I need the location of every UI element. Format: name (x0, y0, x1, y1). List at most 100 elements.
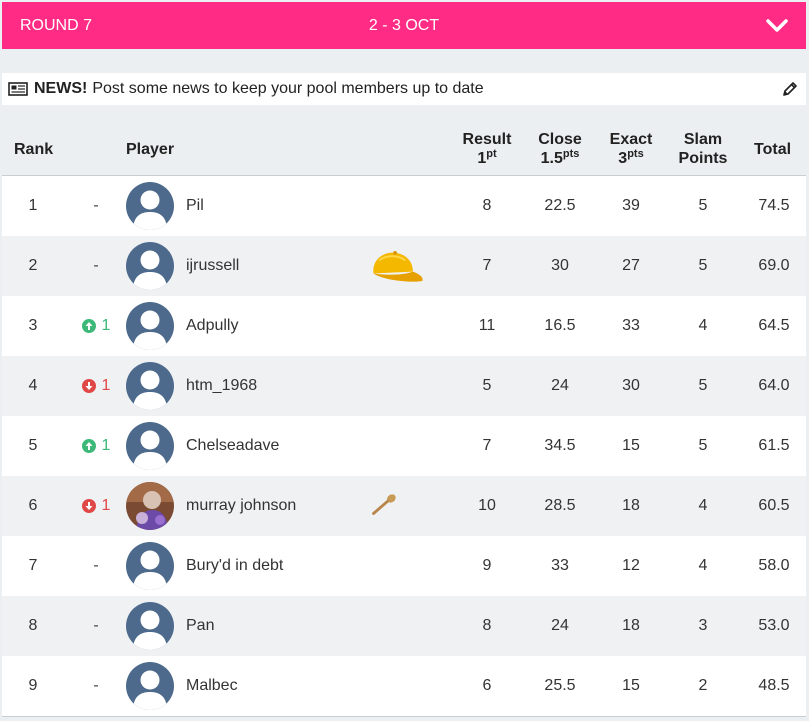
rank-change-value: - (93, 197, 99, 214)
player-name[interactable]: Pil (186, 176, 204, 236)
player-name[interactable]: Pan (186, 596, 214, 656)
exact-points: 15 (622, 437, 640, 454)
close-points: 24 (551, 617, 569, 634)
news-label: NEWS! (34, 80, 88, 97)
award-badge (364, 656, 428, 716)
avatar[interactable] (126, 242, 174, 290)
avatar[interactable] (126, 662, 174, 710)
table-row[interactable]: 6 1 murray johnson 10 28.5 18 4 60.5 (2, 476, 806, 536)
slam-points: 4 (698, 497, 708, 514)
avatar[interactable] (126, 602, 174, 650)
rank-cell: 9 (28, 677, 38, 694)
default-avatar-icon (126, 362, 174, 410)
rank-change: 1 (76, 356, 116, 416)
avatar[interactable] (126, 182, 174, 230)
player-name[interactable]: htm_1968 (186, 356, 257, 416)
award-badge (364, 536, 428, 596)
cap-icon (373, 251, 423, 282)
header-rank[interactable]: Rank (14, 140, 53, 159)
header-player[interactable]: Player (126, 140, 174, 159)
rank-cell: 4 (28, 377, 38, 394)
player-name[interactable]: Adpully (186, 296, 238, 356)
header-close[interactable]: Close 1.5pts (532, 130, 588, 170)
table-row[interactable]: 2 - ijrussell 7 30 27 5 69.0 (2, 236, 806, 296)
close-points: 22.5 (544, 197, 576, 214)
edit-pencil-icon[interactable] (782, 81, 798, 97)
award-badge (364, 236, 428, 296)
award-badge (364, 296, 428, 356)
avatar[interactable] (126, 482, 174, 530)
avatar[interactable] (126, 422, 174, 470)
total-points: 64.0 (758, 377, 790, 394)
rank-change-value: 1 (101, 317, 111, 334)
close-points: 24 (551, 377, 569, 394)
table-row[interactable]: 8 - Pan 8 24 18 3 53.0 (2, 596, 806, 656)
default-avatar-icon (126, 302, 174, 350)
exact-points: 12 (622, 557, 640, 574)
close-points: 33 (551, 557, 569, 574)
rank-cell: 6 (28, 497, 38, 514)
rank-change: 1 (76, 416, 116, 476)
rank-change-value: 1 (101, 497, 111, 514)
result-points: 6 (482, 677, 492, 694)
rank-change-value: - (93, 257, 99, 274)
table-row[interactable]: 4 1 htm_1968 5 24 30 5 64.0 (2, 356, 806, 416)
header-slam-points[interactable]: Slam Points (674, 130, 732, 168)
chevron-down-icon[interactable] (766, 19, 788, 33)
table-row[interactable]: 3 1 Adpully 11 16.5 33 4 64.5 (2, 296, 806, 356)
rank-cell: 2 (28, 257, 38, 274)
avatar[interactable] (126, 302, 174, 350)
close-points: 25.5 (544, 677, 576, 694)
rank-up-icon (81, 319, 96, 333)
header-exact[interactable]: Exact 3pts (604, 130, 658, 170)
close-points: 28.5 (544, 497, 576, 514)
player-name[interactable]: Malbec (186, 656, 238, 716)
table-bottom-divider (2, 716, 806, 717)
round-selector[interactable]: ROUND 7 2 - 3 OCT (2, 2, 806, 49)
default-avatar-icon (126, 422, 174, 470)
rank-change: - (76, 236, 116, 296)
exact-points: 30 (622, 377, 640, 394)
close-points: 34.5 (544, 437, 576, 454)
player-name[interactable]: ijrussell (186, 236, 239, 296)
result-points: 5 (482, 377, 492, 394)
slam-points: 2 (698, 677, 708, 694)
rank-cell: 1 (28, 197, 38, 214)
total-points: 69.0 (758, 257, 790, 274)
player-name[interactable]: Chelseadave (186, 416, 279, 476)
default-avatar-icon (126, 662, 174, 710)
header-total[interactable]: Total (754, 140, 791, 159)
exact-points: 27 (622, 257, 640, 274)
award-badge (364, 596, 428, 656)
slam-points: 5 (698, 437, 708, 454)
avatar[interactable] (126, 542, 174, 590)
player-name[interactable]: Bury'd in debt (186, 536, 283, 596)
table-row[interactable]: 9 - Malbec 6 25.5 15 2 48.5 (2, 656, 806, 716)
award-badge (364, 476, 428, 536)
total-points: 48.5 (758, 677, 790, 694)
slam-points: 5 (698, 377, 708, 394)
standings-table: 1- Pil 8 22.5 39 5 74.5 2- ijrussell 7 30 27 5 69.0 3 1… (2, 176, 806, 716)
table-row[interactable]: 1 - Pil 8 22.5 39 5 74.5 (2, 176, 806, 236)
avatar[interactable] (126, 362, 174, 410)
default-avatar-icon (126, 542, 174, 590)
total-points: 58.0 (758, 557, 790, 574)
rank-change-value: - (93, 617, 99, 634)
close-points: 30 (551, 257, 569, 274)
default-avatar-icon (126, 242, 174, 290)
exact-points: 18 (622, 497, 640, 514)
slam-points: 5 (698, 257, 708, 274)
newspaper-icon (8, 82, 28, 96)
round-dates: 2 - 3 OCT (368, 17, 440, 34)
table-row[interactable]: 7 - Bury'd in debt 9 33 12 4 58.0 (2, 536, 806, 596)
header-result[interactable]: Result 1pt (460, 130, 514, 170)
player-name[interactable]: murray johnson (186, 476, 296, 536)
table-header: Rank Player Result 1pt Close 1.5pts Exac… (2, 120, 806, 176)
slam-points: 5 (698, 197, 708, 214)
rank-change-value: - (93, 557, 99, 574)
table-row[interactable]: 5 1 Chelseadave 7 34.5 15 5 61.5 (2, 416, 806, 476)
rank-change: 1 (76, 476, 116, 536)
result-points: 9 (482, 557, 492, 574)
exact-points: 15 (622, 677, 640, 694)
slam-points: 3 (698, 617, 708, 634)
